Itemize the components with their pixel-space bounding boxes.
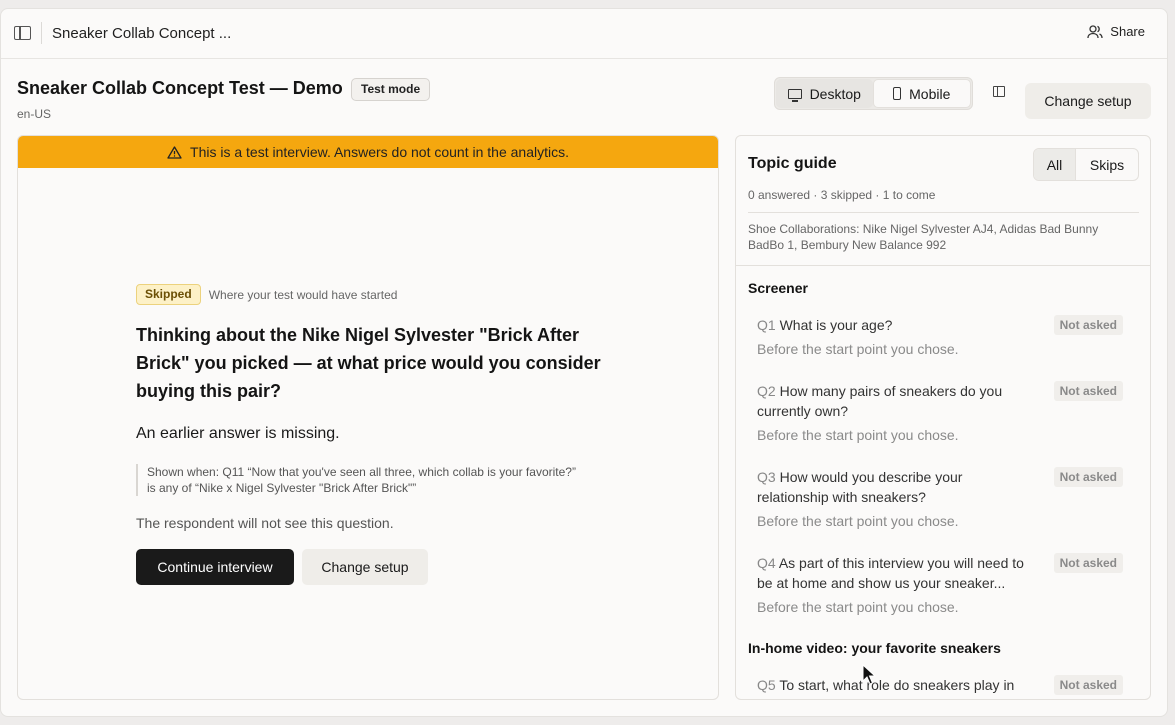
phone-icon (893, 87, 902, 100)
sidebar-toggle-icon[interactable] (14, 26, 31, 40)
topic-guide-title: Topic guide (748, 155, 837, 172)
shown-when-condition: Shown when: Q11 “Now that you've seen al… (136, 464, 576, 496)
question-title: As part of this interview you will need … (757, 555, 1024, 591)
question-number: Q5 (757, 677, 776, 693)
topic-guide-panel: Topic guide All Skips 0 answered · 3 ski… (735, 135, 1151, 700)
question-title: How would you describe your relationship… (757, 469, 963, 505)
test-mode-badge: Test mode (351, 78, 431, 101)
continue-interview-button[interactable]: Continue interview (136, 549, 294, 585)
question-title: To start, what role do sneakers play in … (757, 677, 1015, 699)
device-option-label: Desktop (809, 85, 861, 102)
guide-description: Shoe Collaborations: Nike Nigel Sylveste… (748, 222, 1099, 252)
respondent-note: The respondent will not see this questio… (136, 515, 394, 531)
list-item[interactable]: Q4 As part of this interview you will ne… (757, 553, 1137, 617)
project-title: Sneaker Collab Concept ... (52, 25, 232, 42)
monitor-icon (787, 88, 802, 102)
question-label: Q4 As part of this interview you will ne… (757, 553, 1037, 593)
test-warning-banner: This is a test interview. Answers do not… (18, 136, 718, 168)
interview-panel: This is a test interview. Answers do not… (17, 135, 719, 700)
list-item[interactable]: Q3 How would you describe your relations… (757, 467, 1137, 531)
filter-all[interactable]: All (1034, 149, 1076, 180)
question-note: Before the start point you chose. (757, 341, 959, 357)
list-item[interactable]: Q1 What is your age? Before the start po… (757, 315, 1137, 359)
top-bar: Sneaker Collab Concept ... Share (1, 9, 1167, 59)
question-text: Thinking about the Nike Nigel Sylvester … (136, 325, 601, 401)
status-badge: Not asked (1053, 675, 1123, 695)
question-note: Before the start point you chose. (757, 513, 959, 529)
question-title: What is your age? (779, 317, 893, 333)
locale-label: en-US (17, 107, 52, 121)
device-option-desktop[interactable]: Desktop (776, 79, 873, 108)
users-icon (1087, 24, 1103, 39)
question-number: Q4 (757, 555, 776, 571)
status-badge: Not asked (1053, 381, 1123, 401)
mouse-cursor-icon (862, 664, 876, 685)
device-option-label: Mobile (909, 85, 951, 102)
question-number: Q1 (757, 317, 776, 333)
divider (736, 265, 1150, 266)
section-title-in-home-video: In-home video: your favorite sneakers (748, 640, 1001, 656)
question-label: Q1 What is your age? (757, 315, 1037, 335)
section-title-screener: Screener (748, 280, 808, 296)
app-window: Sneaker Collab Concept ... Share Sneaker… (0, 8, 1168, 717)
status-badge: Not asked (1053, 467, 1123, 487)
skip-note: Where your test would have started (208, 287, 398, 302)
question-number: Q3 (757, 469, 776, 485)
guide-stats: 0 answered · 3 skipped · 1 to come (748, 188, 936, 202)
question-label: Q5 To start, what role do sneakers play … (757, 675, 1037, 699)
page-title: Sneaker Collab Concept Test — Demo (17, 78, 343, 98)
guide-filter-toggle: All Skips (1033, 148, 1139, 181)
list-item[interactable]: Q2 How many pairs of sneakers do you cur… (757, 381, 1137, 445)
status-badge: Not asked (1053, 315, 1123, 335)
question-number: Q2 (757, 383, 776, 399)
question-label: Q2 How many pairs of sneakers do you cur… (757, 381, 1037, 421)
device-toggle: Desktop Mobile (774, 77, 973, 110)
panel-toggle-icon[interactable] (993, 86, 1005, 97)
missing-answer-text: An earlier answer is missing. (136, 425, 340, 442)
change-setup-button[interactable]: Change setup (1025, 83, 1151, 119)
share-button[interactable]: Share (1087, 24, 1145, 39)
device-option-mobile[interactable]: Mobile (872, 79, 971, 108)
change-setup-button-secondary[interactable]: Change setup (302, 549, 428, 585)
status-badge: Not asked (1053, 553, 1123, 573)
skip-status-row: Skipped Where your test would have start… (136, 284, 397, 305)
question-title: How many pairs of sneakers do you curren… (757, 383, 1003, 419)
list-item[interactable]: Q5 To start, what role do sneakers play … (757, 675, 1137, 699)
question-note: Before the start point you chose. (757, 427, 959, 443)
divider (41, 22, 42, 44)
question-note: Before the start point you chose. (757, 599, 959, 615)
warning-text: This is a test interview. Answers do not… (190, 144, 569, 160)
skipped-badge: Skipped (136, 284, 201, 305)
divider (748, 212, 1139, 213)
filter-skips[interactable]: Skips (1076, 149, 1138, 180)
warning-icon (167, 145, 182, 159)
question-label: Q3 How would you describe your relations… (757, 467, 1037, 507)
share-label: Share (1110, 24, 1145, 39)
